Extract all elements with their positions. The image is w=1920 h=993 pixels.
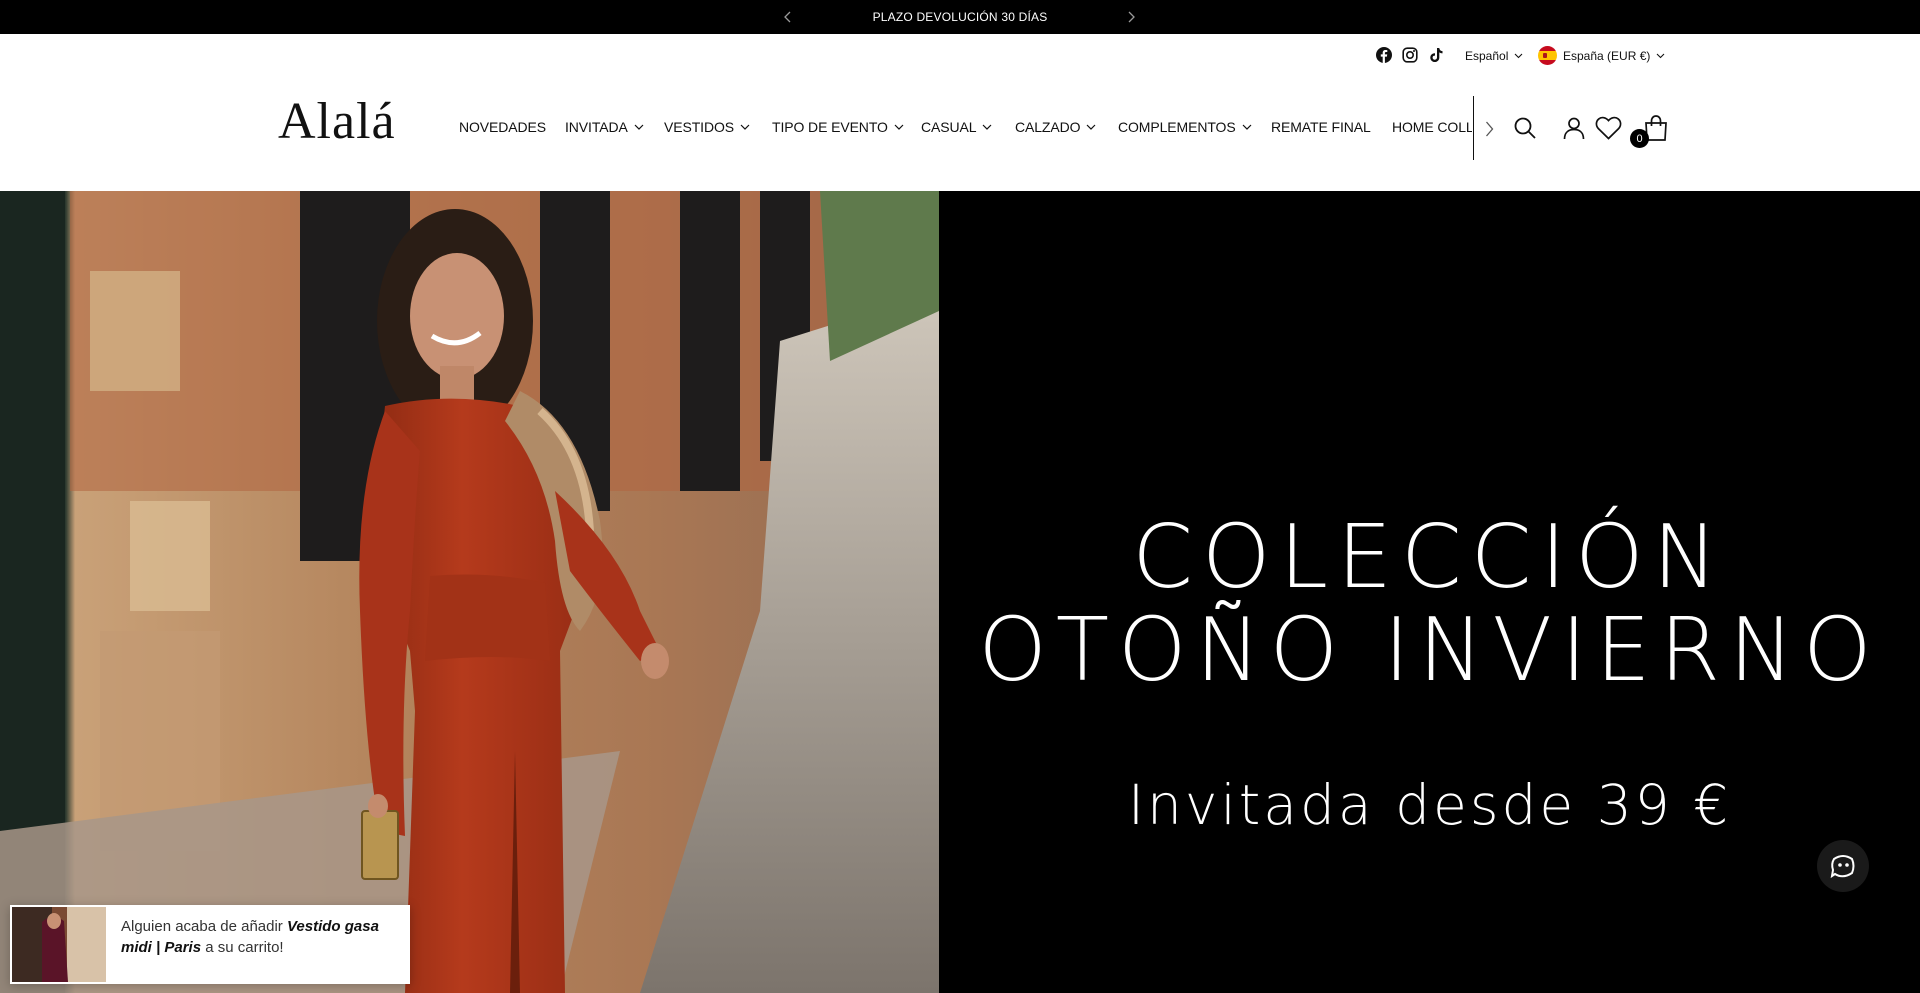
notification-prefix: Alguien acaba de añadir — [121, 918, 287, 935]
account-button[interactable] — [1560, 114, 1588, 142]
nav-label: NOVEDADES — [459, 119, 547, 135]
hero-subtitle: Invitada desde 39 € — [1127, 773, 1732, 837]
facebook-icon — [1376, 47, 1392, 63]
wishlist-heart-icon — [1595, 116, 1621, 140]
announcement-next-button[interactable] — [1123, 9, 1139, 25]
tiktok-icon — [1430, 48, 1443, 62]
notification-message: Alguien acaba de añadir Vestido gasa mid… — [121, 916, 391, 958]
nav-label: CALZADO — [1015, 119, 1081, 135]
nav-scroll-next-button[interactable] — [1481, 119, 1497, 139]
nav-label: CASUAL — [921, 119, 977, 135]
account-icon — [1563, 117, 1585, 140]
country-selector[interactable]: España (EUR €) — [1538, 46, 1665, 65]
hero-text-panel: COLECCIÓN OTOÑO INVIERNO Invitada desde … — [939, 191, 1920, 993]
announcement-bar: PLAZO DEVOLUCIÓN 30 DÍAS — [0, 0, 1920, 34]
search-button[interactable] — [1511, 114, 1539, 142]
chevron-down-icon — [1087, 124, 1096, 130]
main-navigation: NOVEDADES INVITADA VESTIDOS TIPO DE EVEN… — [459, 119, 1472, 139]
nav-label: HOME COLLE — [1392, 119, 1472, 135]
nav-item-remate-final[interactable]: REMATE FINAL — [1271, 119, 1371, 135]
product-thumbnail-image — [12, 907, 106, 982]
nav-scroll-divider — [1473, 96, 1474, 160]
nav-item-invitada[interactable]: INVITADA — [565, 119, 644, 135]
recent-cart-notification[interactable]: Alguien acaba de añadir Vestido gasa mid… — [10, 905, 410, 984]
chevron-down-icon — [1242, 124, 1251, 130]
hero-photo — [0, 191, 939, 993]
chevron-down-icon — [894, 124, 904, 130]
language-label: Español — [1465, 49, 1509, 63]
language-selector[interactable]: Español — [1465, 49, 1523, 63]
nav-item-tipo-de-evento[interactable]: TIPO DE EVENTO — [772, 119, 904, 135]
hero-title-line1: COLECCIÓN — [1132, 506, 1727, 608]
nav-item-casual[interactable]: CASUAL — [921, 119, 992, 135]
chevron-right-icon — [1128, 11, 1135, 23]
instagram-icon — [1402, 47, 1418, 63]
nav-label: REMATE FINAL — [1271, 119, 1371, 135]
hero-title-line2: OTOÑO INVIERNO — [978, 599, 1881, 701]
chevron-down-icon — [740, 124, 750, 130]
utility-bar: Español España (EUR €) — [0, 46, 1920, 68]
notification-suffix: a su carrito! — [201, 939, 284, 956]
chevron-down-icon — [982, 124, 992, 130]
facebook-link[interactable] — [1375, 46, 1393, 64]
product-thumbnail — [12, 907, 106, 982]
nav-label: VESTIDOS — [664, 119, 734, 135]
site-logo[interactable]: Alalá — [278, 96, 396, 148]
nav-label: COMPLEMENTOS — [1118, 119, 1236, 135]
hero-title: COLECCIÓN OTOÑO INVIERNO — [939, 511, 1920, 697]
nav-item-novedades[interactable]: NOVEDADES — [459, 119, 546, 135]
tiktok-link[interactable] — [1427, 46, 1445, 64]
announcement-text: PLAZO DEVOLUCIÓN 30 DÍAS — [872, 10, 1048, 24]
chevron-right-icon — [1485, 121, 1493, 137]
chat-bot-icon — [1830, 855, 1855, 879]
spain-flag-icon — [1538, 46, 1557, 65]
nav-label: TIPO DE EVENTO — [772, 119, 888, 135]
nav-item-calzado[interactable]: CALZADO — [1015, 119, 1096, 135]
cart-count-badge: 0 — [1630, 129, 1649, 148]
nav-item-home-collection[interactable]: HOME COLLE — [1392, 119, 1472, 135]
nav-item-complementos[interactable]: COMPLEMENTOS — [1118, 119, 1252, 135]
country-label: España (EUR €) — [1563, 48, 1651, 63]
nav-item-vestidos[interactable]: VESTIDOS — [664, 119, 750, 135]
instagram-link[interactable] — [1401, 46, 1419, 64]
wishlist-button[interactable] — [1594, 114, 1622, 142]
chevron-down-icon — [1514, 53, 1523, 59]
chevron-down-icon — [1656, 53, 1665, 58]
chat-launcher-button[interactable] — [1817, 840, 1869, 892]
nav-label: INVITADA — [565, 119, 628, 135]
search-icon — [1514, 117, 1536, 139]
chevron-down-icon — [634, 124, 644, 130]
hero-banner[interactable]: COLECCIÓN OTOÑO INVIERNO Invitada desde … — [0, 191, 1920, 993]
model-photo-image — [0, 191, 939, 993]
